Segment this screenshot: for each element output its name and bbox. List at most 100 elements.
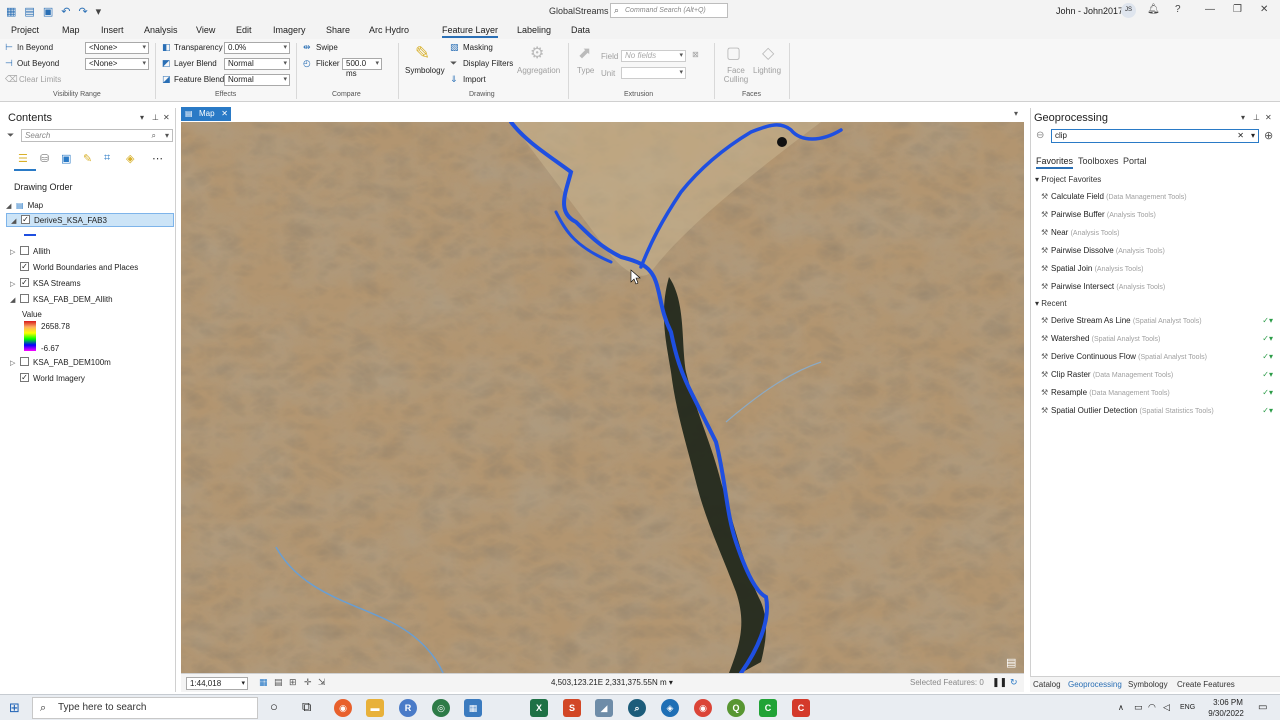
gis-app-icon[interactable]: ◎	[432, 699, 450, 717]
chevron-down-icon[interactable]: ▾	[1014, 109, 1018, 118]
user-name[interactable]: John - John2017	[1056, 6, 1123, 16]
success-check-icon[interactable]: ✓▾	[1262, 334, 1273, 343]
layer-visibility-checkbox[interactable]: ✓	[20, 373, 29, 383]
layer-row[interactable]: ✓ World Boundaries and Places	[6, 261, 174, 275]
extrusion-clear-icon[interactable]: ⊠	[692, 50, 699, 59]
minimize-icon[interactable]: —	[1205, 4, 1215, 15]
tool-list-item[interactable]: ⚒ Pairwise Buffer (Analysis Tools)	[1041, 210, 1273, 219]
contents-search-input[interactable]: Search ⌕ ▾	[21, 129, 173, 142]
chrome-icon[interactable]: ◉	[694, 699, 712, 717]
tab-feature-layer[interactable]: Feature Layer	[442, 25, 499, 38]
new-project-icon[interactable]: ▦	[6, 5, 16, 18]
volume-icon[interactable]: ◁	[1163, 702, 1170, 713]
list-by-drawing-order-icon[interactable]: ☰	[18, 152, 28, 165]
layer-row[interactable]: ▷ Allith	[6, 245, 174, 259]
calculator-icon[interactable]: ▦	[464, 699, 482, 717]
layer-row[interactable]: ◢ ✓ DeriveS_KSA_FAB3	[6, 213, 174, 227]
import-button[interactable]: Import	[463, 75, 486, 84]
expand-icon[interactable]: ▷	[10, 357, 20, 371]
success-check-icon[interactable]: ✓▾	[1262, 370, 1273, 379]
flicker-input[interactable]: 500.0 ms	[342, 58, 382, 78]
back-icon[interactable]: ⊖	[1036, 130, 1044, 141]
extrusion-type-button[interactable]: Type	[577, 66, 594, 75]
in-beyond-button[interactable]: In Beyond	[17, 43, 53, 52]
tool-list-item[interactable]: ⚒ Spatial Outlier Detection (Spatial Stat…	[1041, 406, 1273, 415]
close-pane-icon[interactable]: ✕	[163, 113, 170, 122]
layer-row[interactable]: ◢ ▤ Map	[6, 199, 174, 213]
close-icon[interactable]: ✕	[1260, 4, 1268, 15]
success-check-icon[interactable]: ✓▾	[1262, 352, 1273, 361]
refresh-icon[interactable]: ↻	[1010, 677, 1018, 688]
collapse-icon[interactable]: ◢	[6, 200, 16, 214]
redo-icon[interactable]: ↷	[78, 5, 87, 18]
bell-icon[interactable]: 🔔︎	[1147, 4, 1160, 15]
pause-icon[interactable]: ❚❚	[992, 677, 1007, 688]
symbology-button[interactable]: Symbology	[405, 66, 445, 75]
tab-toolboxes[interactable]: Toolboxes	[1078, 156, 1119, 166]
face-culling-button[interactable]: Face Culling	[719, 66, 753, 84]
language-indicator[interactable]: ENG	[1180, 704, 1195, 711]
feature-blend-dropdown[interactable]: Normal	[224, 74, 290, 86]
excel-icon[interactable]: X	[530, 699, 548, 717]
tab-imagery[interactable]: Imagery	[273, 25, 306, 35]
clear-search-icon[interactable]: ✕	[1237, 130, 1244, 142]
qgis-icon[interactable]: Q	[727, 699, 745, 717]
layer-visibility-checkbox[interactable]	[20, 246, 29, 256]
list-by-selection-icon[interactable]: ▣	[61, 152, 71, 165]
tool-list-item[interactable]: ⚒ Near (Analysis Tools)	[1041, 228, 1273, 237]
success-check-icon[interactable]: ✓▾	[1262, 388, 1273, 397]
success-check-icon[interactable]: ✓▾	[1262, 316, 1273, 325]
tab-data[interactable]: Data	[571, 25, 590, 35]
tool-list-item[interactable]: ⚒ Spatial Join (Analysis Tools)	[1041, 264, 1273, 273]
tab-project[interactable]: Project	[11, 25, 39, 35]
help-icon[interactable]: ?	[1175, 4, 1181, 15]
notification-icon[interactable]: ▭	[1258, 702, 1267, 713]
expand-icon[interactable]: ▷	[10, 246, 20, 260]
chevron-down-icon[interactable]: ▾	[669, 678, 673, 687]
layer-row[interactable]: ✓ World Imagery	[6, 372, 174, 386]
search-app-icon[interactable]: ⌕	[628, 699, 646, 717]
task-view-icon[interactable]: ⧉	[302, 699, 311, 715]
close-pane-icon[interactable]: ✕	[1265, 113, 1272, 122]
layer-visibility-checkbox[interactable]	[20, 357, 29, 367]
vpn-icon[interactable]: ◈	[661, 699, 679, 717]
transparency-dropdown[interactable]: 0.0%	[224, 42, 290, 54]
pane-options-icon[interactable]: ▾	[140, 113, 144, 122]
tab-labeling[interactable]: Labeling	[517, 25, 551, 35]
aggregation-button[interactable]: Aggregation	[517, 66, 560, 75]
tab-create-features[interactable]: Create Features	[1177, 680, 1235, 689]
pane-options-icon[interactable]: ▾	[1241, 113, 1245, 122]
more-options-icon[interactable]: ⋯	[152, 152, 163, 165]
open-project-icon[interactable]: ▤	[24, 5, 34, 18]
tab-symbology[interactable]: Symbology	[1128, 680, 1168, 689]
add-icon[interactable]: ⊕	[1264, 129, 1273, 142]
tool-list-item[interactable]: ⚒ Pairwise Dissolve (Analysis Tools)	[1041, 246, 1273, 255]
tab-edit[interactable]: Edit	[236, 25, 252, 35]
collapse-icon[interactable]: ◢	[10, 294, 20, 308]
tool-list-item[interactable]: ⚒ Resample (Data Management Tools) ✓▾	[1041, 388, 1273, 397]
out-beyond-button[interactable]: Out Beyond	[17, 59, 59, 68]
expand-icon[interactable]: ▷	[10, 278, 20, 292]
customize-qat-icon[interactable]: ▾	[96, 5, 102, 18]
map-view[interactable]: ▤	[181, 122, 1024, 673]
recent-heading[interactable]: ▾ Recent	[1035, 299, 1067, 308]
tab-arc-hydro[interactable]: Arc Hydro	[369, 25, 409, 35]
tab-portal[interactable]: Portal	[1123, 156, 1147, 166]
geoprocessing-search-input[interactable]: clip ✕ ▾	[1051, 129, 1259, 143]
tool-list-item[interactable]: ⚒ Watershed (Spatial Analyst Tools) ✓▾	[1041, 334, 1273, 343]
scale-dropdown[interactable]: 1:44,018 ▾	[186, 677, 248, 690]
wifi-icon[interactable]: ◠	[1148, 702, 1156, 713]
tool-list-item[interactable]: ⚒ Derive Continuous Flow (Spatial Analyst…	[1041, 352, 1273, 361]
chevron-down-icon[interactable]: ▾	[165, 130, 169, 141]
tab-insert[interactable]: Insert	[101, 25, 124, 35]
restore-icon[interactable]: ❐	[1233, 4, 1242, 15]
command-search-input[interactable]: ⌕ Command Search (Alt+Q)	[610, 3, 728, 18]
tab-catalog[interactable]: Catalog	[1033, 680, 1061, 689]
avatar[interactable]: JS	[1121, 3, 1136, 18]
tab-favorites[interactable]: Favorites	[1036, 156, 1074, 169]
tab-analysis[interactable]: Analysis	[144, 25, 178, 35]
grid-icon[interactable]: ▤	[274, 677, 283, 688]
tool-list-item[interactable]: ⚒ Pairwise Intersect (Analysis Tools)	[1041, 282, 1273, 291]
tool-list-item[interactable]: ⚒ Clip Raster (Data Management Tools) ✓▾	[1041, 370, 1273, 379]
recorder-icon[interactable]: C	[792, 699, 810, 717]
